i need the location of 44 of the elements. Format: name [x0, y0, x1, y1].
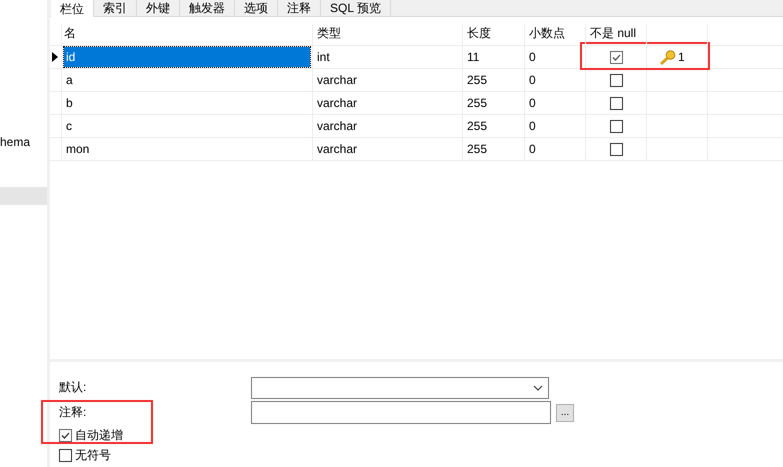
- table-cell: varchar: [313, 92, 463, 114]
- checkbox[interactable]: [610, 142, 622, 156]
- column-header: 类型: [313, 24, 463, 45]
- browse-button[interactable]: ...: [556, 404, 574, 422]
- table-cell: 0: [525, 69, 586, 91]
- column-header: 小数点: [525, 24, 586, 45]
- checkbox[interactable]: [610, 50, 622, 64]
- table-cell: varchar: [313, 115, 463, 137]
- table-cell: 255: [463, 69, 525, 91]
- key-icon: [659, 50, 676, 64]
- field-label: 注释:: [59, 404, 88, 421]
- default-dropdown[interactable]: [251, 376, 549, 398]
- checkbox[interactable]: [610, 96, 622, 110]
- sidebar-item[interactable]: hema: [0, 135, 47, 153]
- table-cell: 0: [525, 92, 586, 114]
- key-position: 1: [678, 50, 685, 64]
- table-cell: 11: [463, 46, 525, 68]
- column-header: 名: [62, 24, 313, 45]
- column-header: 长度: [463, 24, 525, 45]
- table-cell: varchar: [313, 138, 463, 160]
- table-cell: 0: [525, 115, 586, 137]
- table-cell: 255: [463, 115, 525, 137]
- table-cell[interactable]: b: [64, 93, 310, 113]
- checkbox[interactable]: [59, 428, 72, 442]
- field-label: 默认:: [59, 379, 88, 396]
- tab[interactable]: 栏位: [51, 0, 94, 17]
- checkbox[interactable]: [610, 120, 622, 132]
- table-cell: 255: [463, 92, 525, 114]
- table-cell: varchar: [313, 69, 463, 91]
- checkbox-label: 无符号: [75, 446, 111, 464]
- table-cell[interactable]: c: [64, 116, 310, 136]
- table-cell: int: [313, 46, 463, 68]
- column-header: 不是 null: [586, 24, 647, 45]
- table-cell: 0: [525, 46, 586, 68]
- table-cell[interactable]: a: [64, 70, 310, 90]
- table-cell[interactable]: id: [64, 47, 310, 67]
- table-cell[interactable]: mon: [64, 139, 310, 159]
- table-cell: 0: [525, 138, 586, 160]
- checkbox[interactable]: [610, 74, 622, 86]
- table-cell: 255: [463, 138, 525, 160]
- chevron-down-icon: [533, 384, 543, 390]
- comment-field[interactable]: [251, 401, 551, 424]
- checkbox[interactable]: [59, 448, 72, 462]
- checkbox-label: 自动递增: [75, 426, 123, 444]
